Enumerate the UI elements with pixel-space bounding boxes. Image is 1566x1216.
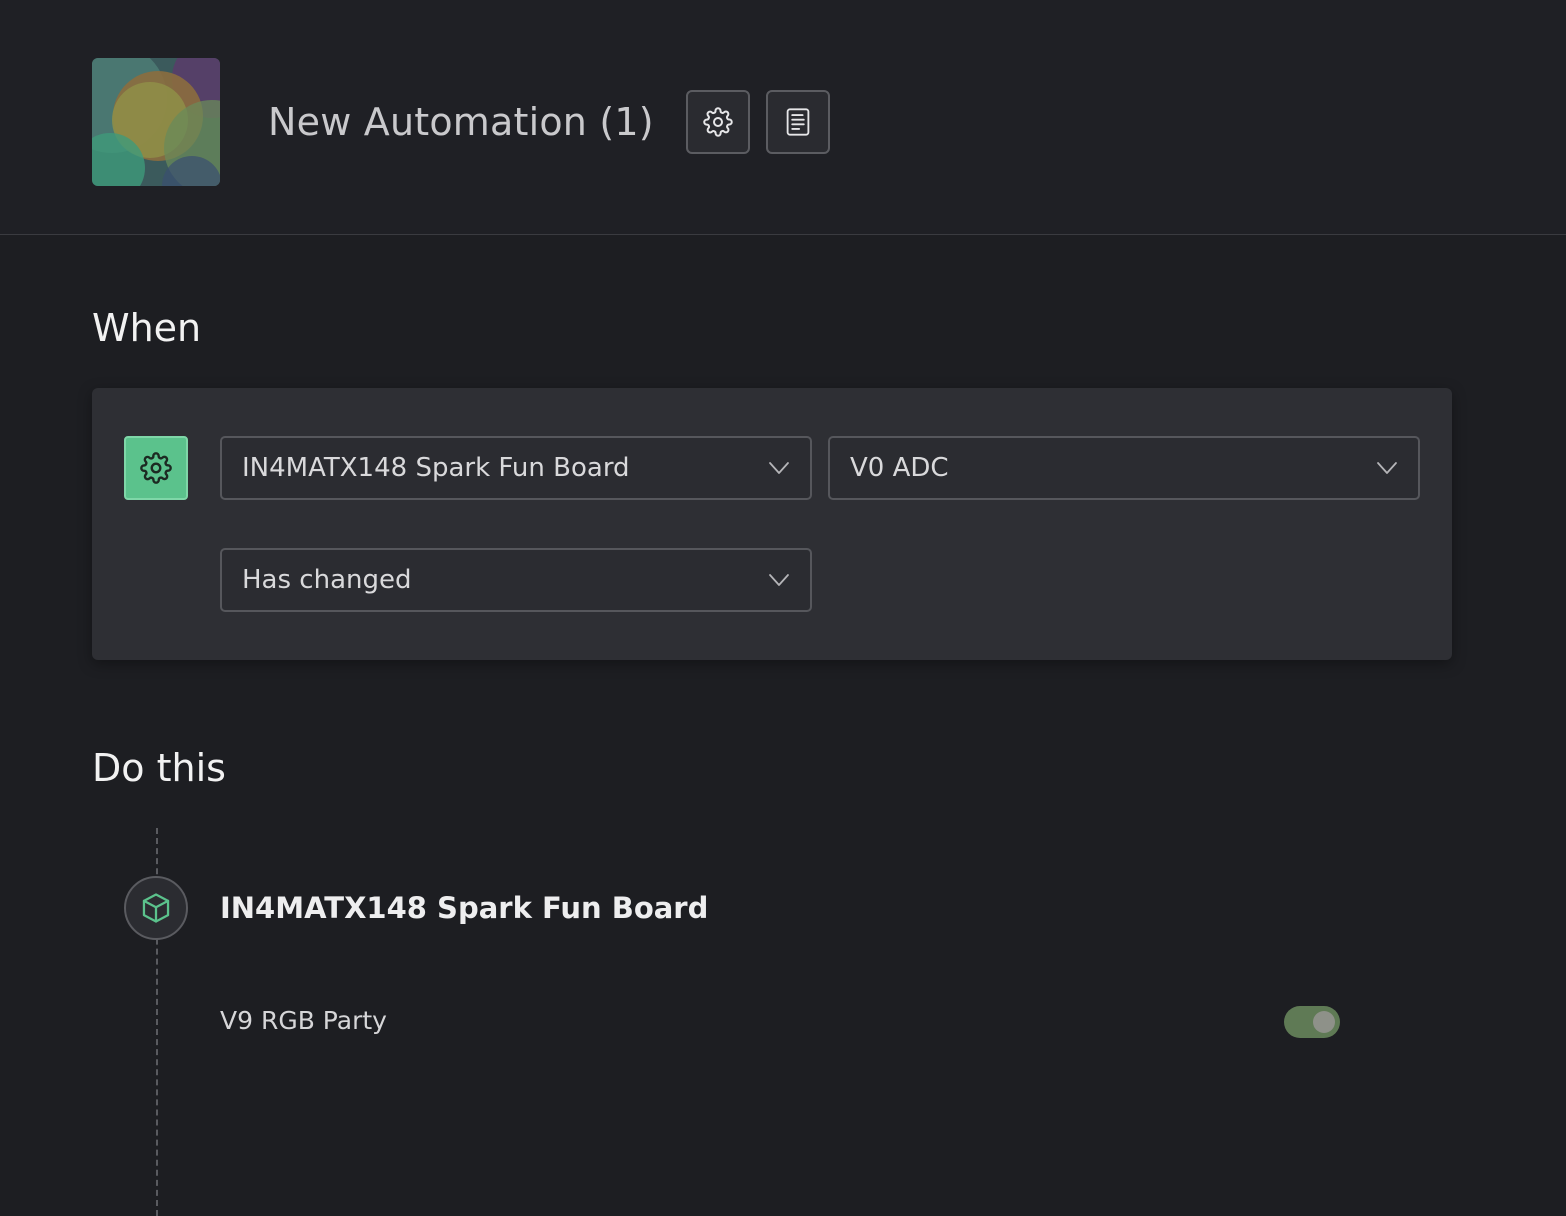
cube-icon bbox=[142, 893, 170, 923]
chevron-down-icon bbox=[769, 462, 789, 474]
automation-title[interactable]: New Automation (1) bbox=[268, 96, 654, 148]
gear-icon bbox=[703, 107, 733, 137]
datastream-toggle[interactable] bbox=[1284, 1006, 1340, 1038]
gear-icon bbox=[140, 452, 172, 484]
device-select[interactable]: IN4MATX148 Spark Fun Board bbox=[220, 436, 812, 500]
chevron-down-icon bbox=[1377, 462, 1397, 474]
when-section-title: When bbox=[92, 306, 202, 350]
trigger-card: IN4MATX148 Spark Fun Board V0 ADC Has ch… bbox=[92, 388, 1452, 660]
action-datastream-label: V9 RGB Party bbox=[220, 1006, 387, 1035]
device-select-value: IN4MATX148 Spark Fun Board bbox=[242, 453, 630, 483]
condition-select[interactable]: Has changed bbox=[220, 548, 812, 612]
do-this-section-title: Do this bbox=[92, 746, 226, 790]
document-icon bbox=[786, 108, 810, 136]
condition-select-value: Has changed bbox=[242, 565, 412, 595]
toggle-knob bbox=[1313, 1011, 1335, 1033]
automation-header: New Automation (1) bbox=[0, 0, 1566, 235]
datastream-select-value: V0 ADC bbox=[850, 453, 949, 483]
chevron-down-icon bbox=[769, 574, 789, 586]
action-device-name: IN4MATX148 Spark Fun Board bbox=[220, 891, 709, 925]
datastream-select[interactable]: V0 ADC bbox=[828, 436, 1420, 500]
log-button[interactable] bbox=[766, 90, 830, 154]
action-device-icon bbox=[124, 876, 188, 940]
settings-button[interactable] bbox=[686, 90, 750, 154]
automation-thumbnail[interactable] bbox=[92, 58, 220, 186]
trigger-type-button[interactable] bbox=[124, 436, 188, 500]
